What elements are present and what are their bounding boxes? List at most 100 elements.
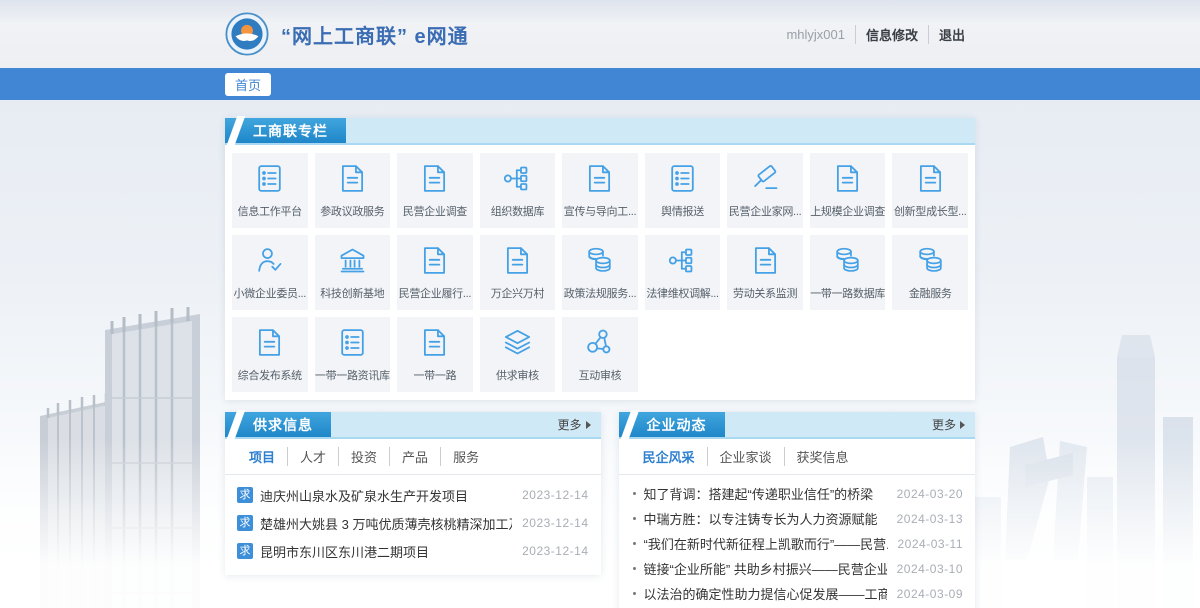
supply-list-item[interactable]: 求 迪庆州山泉水及矿泉水生产开发项目 2023-12-14 xyxy=(237,481,589,509)
app-tile[interactable]: 宣传与导向工... xyxy=(562,153,638,228)
app-tile[interactable]: 法律维权调解... xyxy=(645,235,721,310)
supply-panel-title: 供求信息 xyxy=(225,412,331,437)
news-tab[interactable]: 获奖信息 xyxy=(784,447,861,466)
app-tile-label: 参政议政服务 xyxy=(320,203,384,219)
news-item-title: 链接“企业所能” 共助乡村振兴——民营企业... xyxy=(644,559,887,578)
news-tab[interactable]: 企业家谈 xyxy=(707,447,784,466)
news-item-title: “我们在新时代新征程上凯歌而行”——民营... xyxy=(644,534,888,553)
app-tile[interactable]: 民营企业履行... xyxy=(397,235,473,310)
app-tile-label: 民营企业调查 xyxy=(403,203,467,219)
supply-more-label: 更多 xyxy=(557,416,581,433)
news-item-title: 以法治的确定性助力提信心促发展——工商联... xyxy=(644,584,887,603)
site-logo xyxy=(225,12,269,56)
app-tile-icon xyxy=(583,162,616,195)
app-tile-label: 民营企业履行... xyxy=(399,285,471,301)
app-tile-label: 劳动关系监测 xyxy=(733,285,797,301)
app-tile[interactable]: 金融服务 xyxy=(892,235,968,310)
app-tile[interactable]: 小微企业委员... xyxy=(232,235,308,310)
app-tile[interactable]: 万企兴万村 xyxy=(480,235,556,310)
news-list: 知了背调：搭建起“传递职业信任”的桥梁 2024-03-20 中瑞方胜：以专注铸… xyxy=(619,475,976,608)
supply-item-date: 2023-12-14 xyxy=(522,516,588,530)
news-item-title: 中瑞方胜：以专注铸专长为人力资源赋能 xyxy=(644,509,887,528)
app-tile-label: 一带一路数据库 xyxy=(810,285,885,301)
app-tile-icon xyxy=(336,162,369,195)
app-tile[interactable]: 参政议政服务 xyxy=(315,153,391,228)
app-tile[interactable]: 组织数据库 xyxy=(480,153,556,228)
logout-link[interactable]: 退出 xyxy=(928,25,975,44)
app-tile-label: 小微企业委员... xyxy=(234,285,306,301)
bullet-dot-icon xyxy=(633,592,636,595)
news-list-item[interactable]: 链接“企业所能” 共助乡村振兴——民营企业... 2024-03-10 xyxy=(631,556,964,581)
app-tile[interactable]: 舆情报送 xyxy=(645,153,721,228)
supply-tabs: 项目 人才 投资 产品 服务 xyxy=(225,439,601,475)
supply-tab[interactable]: 项目 xyxy=(237,447,287,466)
app-tile-icon xyxy=(666,162,699,195)
news-list-item[interactable]: 以法治的确定性助力提信心促发展——工商联... 2024-03-09 xyxy=(631,581,964,606)
news-tab[interactable]: 民企风采 xyxy=(631,447,707,466)
supply-tab[interactable]: 人才 xyxy=(287,447,338,466)
seek-badge: 求 xyxy=(237,487,253,503)
app-tile-label: 舆情报送 xyxy=(661,203,704,219)
app-tile-icon xyxy=(666,244,699,277)
app-tile-label: 信息工作平台 xyxy=(238,203,302,219)
app-tile[interactable]: 一带一路资讯库 xyxy=(315,317,391,392)
news-item-date: 2024-03-20 xyxy=(897,487,963,501)
app-tile-icon xyxy=(253,244,286,277)
app-tile[interactable]: 一带一路 xyxy=(397,317,473,392)
site-title: “网上工商联” e网通 xyxy=(281,20,469,49)
app-tile-icon xyxy=(336,244,369,277)
app-tile[interactable]: 科技创新基地 xyxy=(315,235,391,310)
app-tile-icon xyxy=(336,326,369,359)
modify-info-link[interactable]: 信息修改 xyxy=(855,25,928,44)
app-tile-icon xyxy=(831,244,864,277)
news-more-link[interactable]: 更多 xyxy=(932,412,975,437)
app-tile-label: 一带一路 xyxy=(413,367,456,383)
app-tile[interactable]: 民营企业家网... xyxy=(727,153,803,228)
supply-demand-panel: 供求信息 更多 项目 人才 投资 产品 xyxy=(225,412,601,575)
app-tile[interactable]: 劳动关系监测 xyxy=(727,235,803,310)
news-list-item[interactable]: 中瑞方胜：以专注铸专长为人力资源赋能 2024-03-13 xyxy=(631,506,964,531)
app-tile[interactable]: 政策法规服务... xyxy=(562,235,638,310)
supply-list: 求 迪庆州山泉水及矿泉水生产开发项目 2023-12-14 求 楚雄州大姚县 3… xyxy=(225,475,601,575)
supply-panel-header: 供求信息 更多 xyxy=(225,412,601,439)
username: mhlyjx001 xyxy=(786,27,855,42)
news-list-item[interactable]: “我们在新时代新征程上凯歌而行”——民营... 2024-03-11 xyxy=(631,531,964,556)
seek-badge: 求 xyxy=(237,543,253,559)
news-item-date: 2024-03-10 xyxy=(897,562,963,576)
supply-list-item[interactable]: 求 楚雄州大姚县 3 万吨优质薄壳核桃精深加工及科... 2023-12-14 xyxy=(237,509,589,537)
supply-item-date: 2023-12-14 xyxy=(522,488,588,502)
app-tile-icon xyxy=(253,326,286,359)
app-tile[interactable]: 供求审核 xyxy=(480,317,556,392)
gszl-panel: 工商联专栏 信息工作平台 参政议政服务 民营 xyxy=(225,118,975,400)
app-tile[interactable]: 上规模企业调查 xyxy=(810,153,886,228)
main-nav: 首页 xyxy=(0,68,1200,100)
supply-more-link[interactable]: 更多 xyxy=(557,412,600,437)
news-list-item[interactable]: 知了背调：搭建起“传递职业信任”的桥梁 2024-03-20 xyxy=(631,481,964,506)
bullet-dot-icon xyxy=(633,517,636,520)
app-tile-icon xyxy=(831,162,864,195)
gszl-panel-header: 工商联专栏 xyxy=(225,118,975,145)
gszl-panel-title: 工商联专栏 xyxy=(225,118,346,143)
app-tile-label: 一带一路资讯库 xyxy=(315,367,390,383)
app-tile-label: 法律维权调解... xyxy=(646,285,718,301)
app-tile[interactable]: 一带一路数据库 xyxy=(810,235,886,310)
app-tile-icon xyxy=(418,162,451,195)
nav-home-button[interactable]: 首页 xyxy=(225,73,271,96)
supply-item-date: 2023-12-14 xyxy=(522,544,588,558)
supply-list-item[interactable]: 求 昆明市东川区东川港二期项目 2023-12-14 xyxy=(237,537,589,565)
app-tile-icon xyxy=(583,244,616,277)
news-tabs: 民企风采 企业家谈 获奖信息 xyxy=(619,439,976,475)
supply-tab[interactable]: 服务 xyxy=(440,447,491,466)
app-tile-icon xyxy=(583,326,616,359)
app-tile[interactable]: 互动审核 xyxy=(562,317,638,392)
app-tile-label: 政策法规服务... xyxy=(564,285,636,301)
news-panel-title: 企业动态 xyxy=(619,412,725,437)
app-tile[interactable]: 信息工作平台 xyxy=(232,153,308,228)
supply-tab[interactable]: 产品 xyxy=(389,447,440,466)
news-item-date: 2024-03-13 xyxy=(897,512,963,526)
supply-tab[interactable]: 投资 xyxy=(338,447,389,466)
app-tile[interactable]: 创新型成长型... xyxy=(892,153,968,228)
news-item-date: 2024-03-09 xyxy=(897,587,963,601)
app-tile[interactable]: 综合发布系统 xyxy=(232,317,308,392)
app-tile[interactable]: 民营企业调查 xyxy=(397,153,473,228)
